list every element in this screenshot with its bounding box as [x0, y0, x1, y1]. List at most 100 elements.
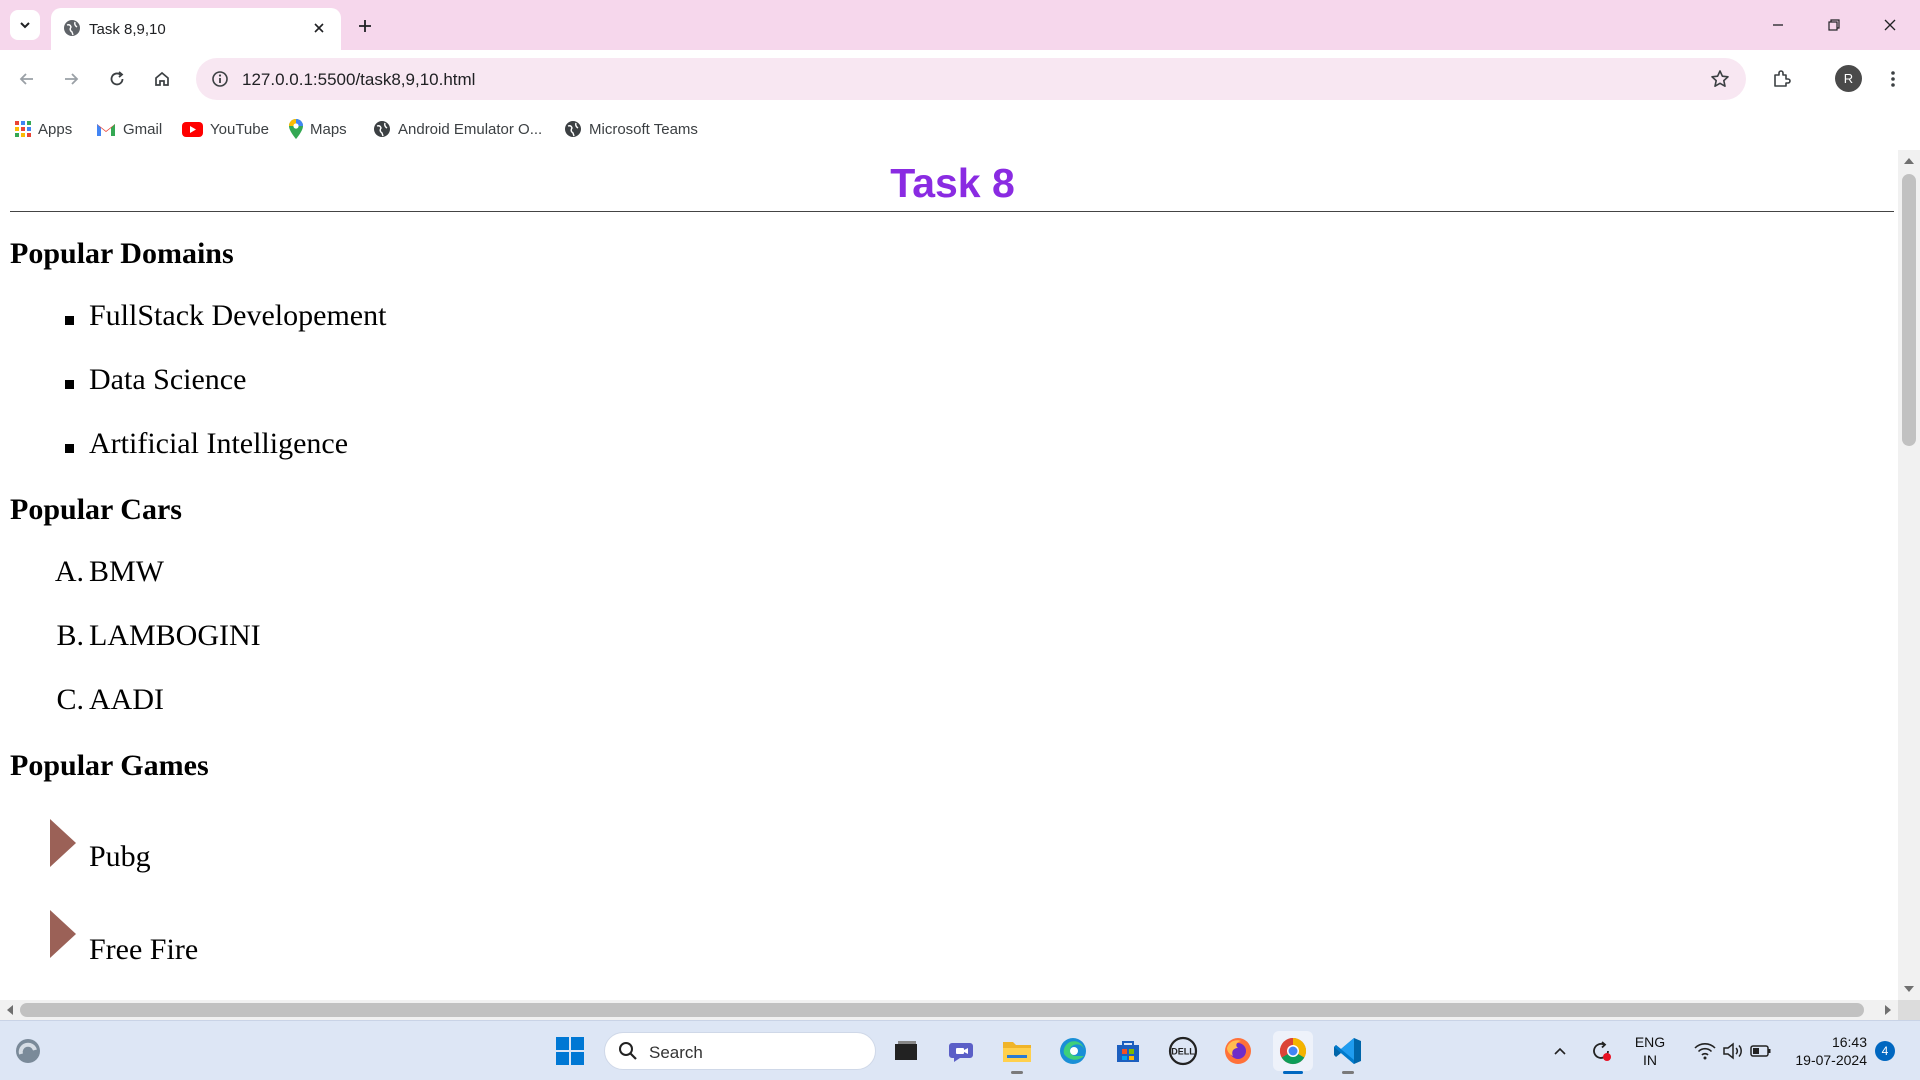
- minimize-button[interactable]: [1750, 0, 1806, 50]
- bookmark-label: Gmail: [123, 120, 163, 138]
- list-item: Free Fire: [89, 933, 199, 966]
- chat-icon: [949, 1043, 973, 1062]
- bookmark-label: Android Emulator O...: [398, 120, 543, 138]
- vscode-icon: [1334, 1038, 1361, 1064]
- edge-icon: [1060, 1038, 1086, 1064]
- clock[interactable]: 16:43 19-07-2024: [1785, 1033, 1867, 1069]
- vertical-scrollbar[interactable]: [1898, 150, 1920, 1000]
- browser-tab[interactable]: Task 8,9,10: [51, 8, 341, 50]
- bookmark-label: Maps: [310, 120, 347, 138]
- task-view-button[interactable]: [886, 1031, 926, 1071]
- home-icon: [155, 71, 169, 86]
- weather-widget-icon: [16, 1039, 40, 1063]
- globe-icon: [565, 121, 581, 137]
- bookmark-label: Microsoft Teams: [589, 120, 698, 138]
- extensions-button[interactable]: [1762, 60, 1800, 98]
- browser-toolbar: 127.0.0.1:5500/task8,9,10.html R: [0, 50, 1920, 108]
- running-indicator: [1342, 1071, 1354, 1074]
- bookmark-apps[interactable]: Apps: [15, 116, 72, 142]
- taskbar-search[interactable]: Search: [604, 1032, 876, 1070]
- widgets-button[interactable]: [8, 1031, 48, 1071]
- quick-settings-button[interactable]: [1684, 1031, 1782, 1071]
- horizontal-rule: [10, 211, 1894, 212]
- clock-date: 19-07-2024: [1795, 1052, 1867, 1068]
- tab-search-button[interactable]: [10, 10, 40, 40]
- bookmark-label: YouTube: [210, 120, 269, 138]
- reload-button[interactable]: [98, 60, 136, 98]
- running-indicator: [1283, 1071, 1303, 1074]
- firefox-icon: [1225, 1038, 1251, 1064]
- battery-icon: [1750, 1045, 1771, 1057]
- tab-title: Task 8,9,10: [89, 21, 166, 38]
- bookmark-android-emulator[interactable]: Android Emulator O...: [373, 116, 542, 142]
- edge-button[interactable]: [1053, 1031, 1093, 1071]
- sync-status-button[interactable]: [1582, 1031, 1620, 1071]
- show-hidden-icons-button[interactable]: [1541, 1031, 1579, 1071]
- language-code: ENG: [1634, 1034, 1666, 1050]
- chrome-icon: [1279, 1037, 1307, 1065]
- bookmark-microsoft-teams[interactable]: Microsoft Teams: [564, 116, 698, 142]
- language-indicator[interactable]: ENG IN: [1626, 1033, 1674, 1069]
- scroll-up-arrow-icon[interactable]: [1904, 158, 1914, 164]
- bookmarks-bar: Apps Gmail YouTube Maps Android Emulator…: [0, 108, 1920, 150]
- site-info-button[interactable]: [204, 63, 236, 95]
- restore-button[interactable]: [1806, 0, 1862, 50]
- list-marker: A.: [54, 555, 84, 588]
- info-icon: [212, 71, 228, 87]
- list-item: Data Science: [89, 363, 247, 396]
- bookmark-star-button[interactable]: [1704, 63, 1736, 95]
- scroll-right-arrow-icon[interactable]: [1885, 1005, 1891, 1015]
- gmail-icon: [97, 123, 115, 136]
- list-marker: C.: [56, 683, 84, 716]
- tab-close-button[interactable]: [307, 16, 331, 40]
- teams-chat-button[interactable]: [942, 1031, 982, 1071]
- scrollbar-thumb[interactable]: [1902, 174, 1916, 446]
- home-button[interactable]: [143, 60, 181, 98]
- store-icon: [1117, 1041, 1139, 1062]
- chrome-menu-button[interactable]: [1874, 60, 1912, 98]
- close-window-button[interactable]: [1862, 0, 1918, 50]
- dell-button[interactable]: DELL: [1163, 1031, 1203, 1071]
- horizontal-scrollbar[interactable]: [0, 1000, 1898, 1020]
- chevron-down-icon: [20, 22, 30, 29]
- minimize-icon: [1773, 24, 1783, 26]
- folder-icon: [1003, 1042, 1031, 1062]
- bookmark-youtube[interactable]: YouTube: [182, 116, 269, 142]
- scroll-left-arrow-icon[interactable]: [7, 1005, 13, 1015]
- forward-button[interactable]: [52, 60, 90, 98]
- running-indicator: [1011, 1071, 1023, 1074]
- more-vert-icon: [1891, 71, 1895, 87]
- chevron-up-icon: [1554, 1047, 1566, 1055]
- start-button[interactable]: [550, 1031, 590, 1071]
- square-bullet: [65, 444, 74, 453]
- address-bar[interactable]: 127.0.0.1:5500/task8,9,10.html: [196, 58, 1746, 100]
- file-explorer-button[interactable]: [997, 1031, 1037, 1074]
- profile-avatar[interactable]: R: [1835, 65, 1862, 92]
- triangle-bullet-icon: [50, 910, 76, 958]
- taskbar: Search DELL ENG IN 16:43 19-07-2024 4: [0, 1020, 1920, 1080]
- vscode-button[interactable]: [1328, 1031, 1368, 1074]
- notification-badge[interactable]: 4: [1875, 1041, 1895, 1061]
- volume-icon: [1723, 1042, 1742, 1060]
- section-heading-cars: Popular Cars: [10, 493, 182, 526]
- scrollbar-thumb[interactable]: [20, 1003, 1864, 1017]
- bookmark-gmail[interactable]: Gmail: [96, 116, 162, 142]
- apps-grid-icon: [15, 121, 31, 137]
- page-viewport: Task 8 Popular Domains FullStack Develop…: [0, 150, 1898, 1000]
- task-view-icon: [895, 1041, 917, 1060]
- new-tab-button[interactable]: [351, 12, 379, 40]
- firefox-button[interactable]: [1218, 1031, 1258, 1071]
- wifi-icon: [1694, 1043, 1716, 1060]
- windows-logo-icon: [556, 1037, 584, 1065]
- close-icon: [1884, 19, 1896, 31]
- search-label: Search: [649, 1043, 703, 1062]
- scroll-down-arrow-icon[interactable]: [1904, 986, 1914, 992]
- chrome-button[interactable]: [1273, 1031, 1313, 1074]
- list-item: Pubg: [89, 840, 151, 873]
- back-button[interactable]: [8, 60, 46, 98]
- list-item: LAMBOGINI: [89, 619, 261, 652]
- bookmark-maps[interactable]: Maps: [289, 116, 347, 142]
- plus-icon: [359, 20, 371, 32]
- microsoft-store-button[interactable]: [1108, 1031, 1148, 1071]
- square-bullet: [65, 316, 74, 325]
